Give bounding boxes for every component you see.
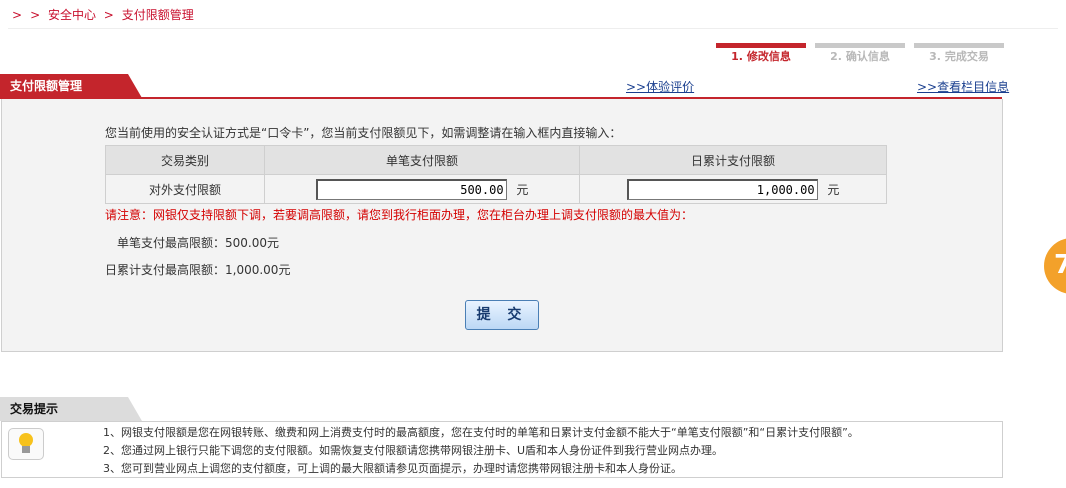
limit-table: 交易类别 单笔支付限额 日累计支付限额 对外支付限额 元 元 bbox=[105, 145, 887, 204]
column-info-link[interactable]: >>查看栏目信息 bbox=[917, 78, 1009, 95]
float-badge-text: 7 bbox=[1054, 250, 1066, 280]
tip-item: 3、您可到营业网点上调您的支付额度，可上调的最大限额请参见页面提示，办理时请您携… bbox=[103, 462, 682, 475]
tips-title: 交易提示 bbox=[0, 397, 142, 421]
submit-button[interactable]: 提 交 bbox=[465, 300, 539, 330]
max-daily-text: 日累计支付最高限额：1,000.00元 bbox=[105, 263, 291, 277]
table-row: 对外支付限额 元 元 bbox=[105, 174, 887, 204]
breadcrumb-chevron-icon: > bbox=[30, 8, 41, 22]
single-limit-input[interactable] bbox=[315, 178, 507, 200]
breadcrumb-home-link[interactable]: 安全中心 bbox=[48, 8, 96, 22]
step-indicator: 1. 修改信息 2. 确认信息 3. 完成交易 bbox=[716, 43, 1004, 65]
daily-limit-input[interactable] bbox=[626, 178, 818, 200]
header-single: 单笔支付限额 bbox=[264, 145, 580, 175]
lightbulb-icon bbox=[8, 428, 44, 460]
breadcrumb-current[interactable]: 支付限额管理 bbox=[122, 8, 194, 22]
header-type: 交易类别 bbox=[105, 145, 265, 175]
max-single-text: 单笔支付最高限额：500.00元 bbox=[117, 236, 279, 250]
unit-label: 元 bbox=[516, 182, 529, 197]
breadcrumb-chevron-icon: > bbox=[12, 8, 23, 22]
tip-item: 2、您通过网上银行只能下调您的支付限额。如需恢复支付限额请您携带网银注册卡、U盾… bbox=[103, 444, 724, 457]
header-daily: 日累计支付限额 bbox=[579, 145, 887, 175]
row-label: 对外支付限额 bbox=[105, 174, 265, 204]
breadcrumb-chevron-icon: > bbox=[103, 8, 114, 22]
feedback-link[interactable]: >>体验评价 bbox=[626, 78, 694, 95]
warning-text: 请注意：网银仅支持限额下调，若要调高限额，请您到我行柜面办理，您在柜台办理上调支… bbox=[105, 208, 694, 222]
floating-service-icon[interactable]: 7 bbox=[1044, 238, 1066, 294]
daily-cell: 元 bbox=[579, 174, 887, 204]
divider bbox=[8, 28, 1058, 29]
tip-item: 1、网银支付限额是您在网银转账、缴费和网上消费支付时的最高额度，您在支付时的单笔… bbox=[103, 426, 859, 439]
section-title: 支付限额管理 bbox=[0, 74, 142, 98]
single-cell: 元 bbox=[264, 174, 580, 204]
step-edit-info: 1. 修改信息 bbox=[716, 43, 806, 63]
step-complete: 3. 完成交易 bbox=[914, 43, 1004, 63]
unit-label: 元 bbox=[827, 182, 840, 197]
intro-text: 您当前使用的安全认证方式是“口令卡”，您当前支付限额见下，如需调整请在输入框内直… bbox=[105, 126, 622, 140]
table-header-row: 交易类别 单笔支付限额 日累计支付限额 bbox=[105, 145, 887, 175]
breadcrumb: > > 安全中心 > 支付限额管理 bbox=[8, 6, 194, 24]
step-confirm-info: 2. 确认信息 bbox=[815, 43, 905, 63]
